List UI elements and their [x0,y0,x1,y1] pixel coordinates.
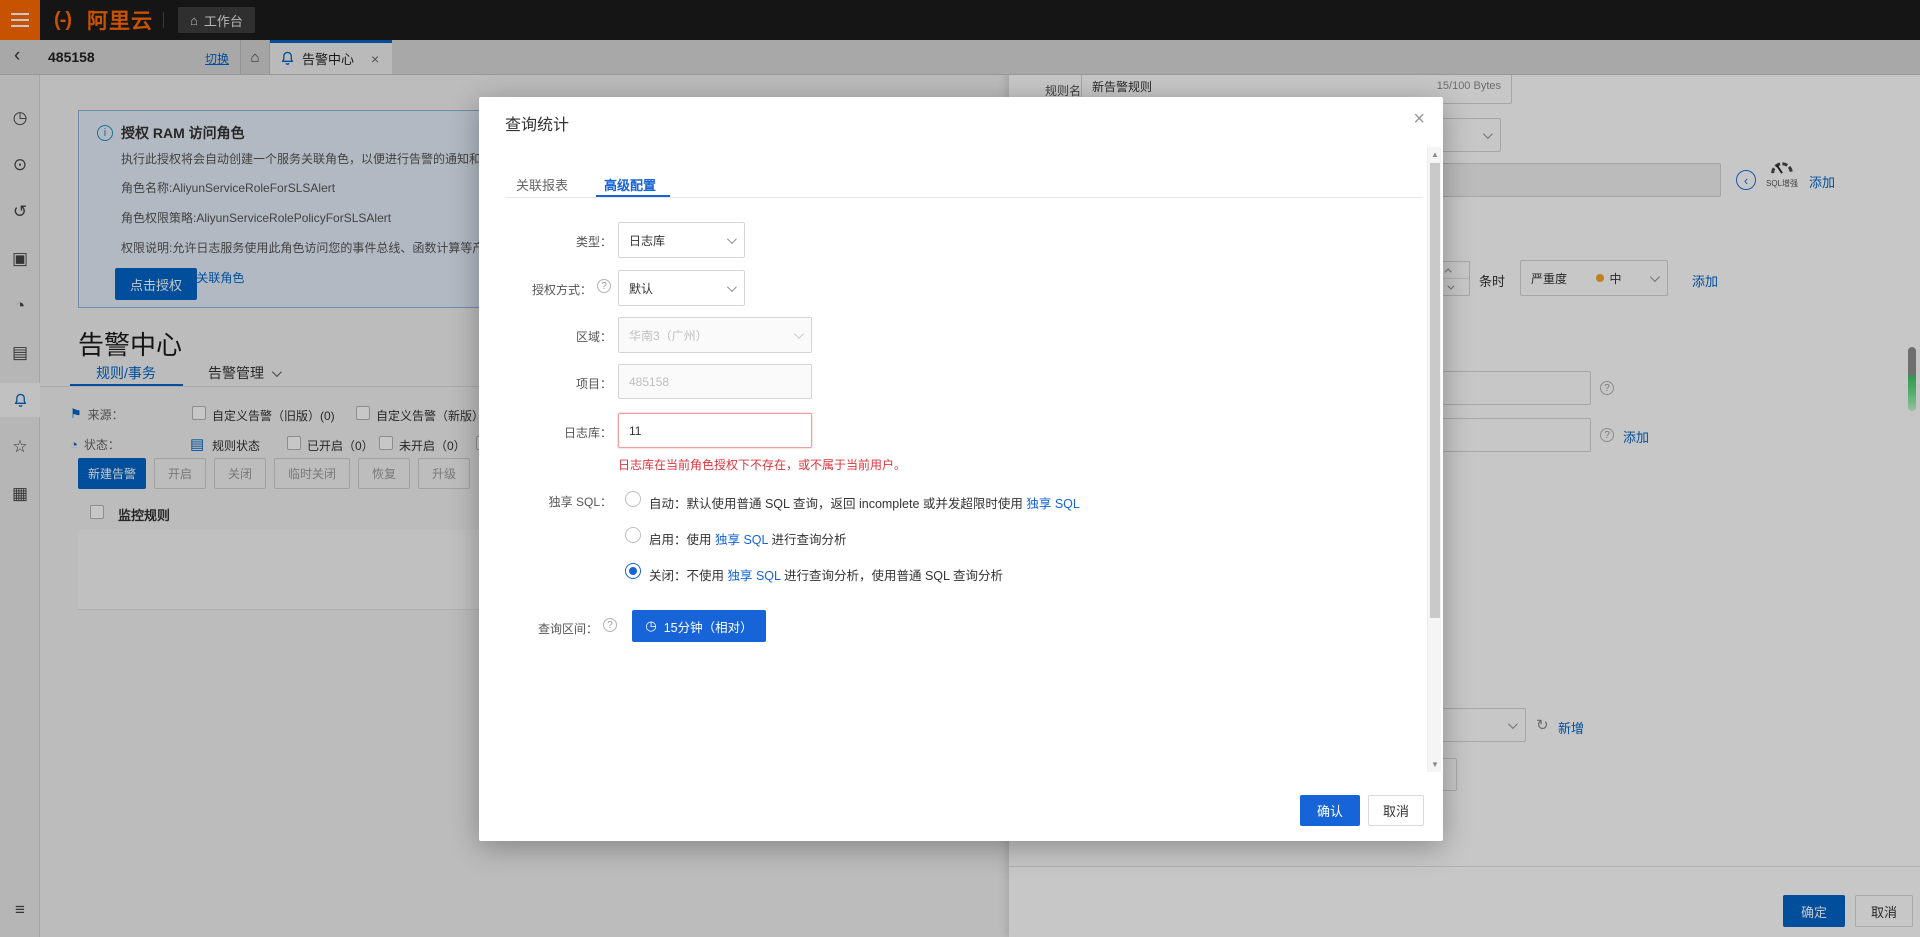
modal-cancel-button[interactable]: 取消 [1368,795,1424,826]
modal-confirm-button[interactable]: 确认 [1300,795,1360,826]
auth-mode-select[interactable]: 默认 [618,270,745,306]
query-statistics-modal: 查询统计 × 关联报表 高级配置 类型： 日志库 授权方式： ? 默认 区域： … [479,97,1443,841]
region-select[interactable]: 华南3（广州） [618,317,812,353]
sql-auto-label: 自动：默认使用普通 SQL 查询，返回 incomplete 或并发超限时使用 … [649,493,1080,512]
scroll-up-icon[interactable]: ▲ [1428,147,1442,162]
query-range-label: 查询区间： [479,620,598,637]
help-icon[interactable]: ? [603,618,617,632]
help-icon[interactable]: ? [597,279,611,293]
logstore-label: 日志库： [479,424,612,441]
type-select[interactable]: 日志库 [618,222,745,258]
dedicated-sql-link[interactable]: 独享 SQL [1026,497,1080,511]
clock-icon: ◷ [645,618,656,634]
project-label: 项目： [479,375,612,392]
sql-disable-radio[interactable] [625,563,641,579]
scrollbar-thumb[interactable] [1430,163,1440,618]
sql-enable-label: 启用：使用 独享 SQL 进行查询分析 [649,529,847,548]
tab-advanced-config[interactable]: 高级配置 [604,175,656,194]
type-value: 日志库 [629,232,665,249]
sql-disable-label: 关闭：不使用 独享 SQL 进行查询分析，使用普通 SQL 查询分析 [649,565,1003,584]
scroll-down-icon[interactable]: ▼ [1428,757,1442,772]
query-range-button[interactable]: ◷ 15分钟（相对） [632,610,766,642]
sql-enable-radio[interactable] [625,527,641,543]
query-range-value: 15分钟（相对） [664,617,753,636]
app-window: (-) 阿里云 ⌂ 工作台 ‹ 485158 切换 ⌂ 告警中心 × ◷ ⊙ ↺… [0,0,1920,937]
type-label: 类型： [479,233,612,250]
auth-mode-value: 默认 [629,280,653,297]
modal-tabs-separator [505,197,1423,198]
chevron-down-icon [794,329,804,339]
project-field[interactable] [618,364,812,399]
chevron-down-icon [727,234,737,244]
tab-linked-reports[interactable]: 关联报表 [516,175,568,194]
region-label: 区域： [479,328,612,345]
region-value: 华南3（广州） [629,327,708,344]
modal-close-icon[interactable]: × [1413,109,1425,129]
logstore-field[interactable] [618,413,812,448]
auth-mode-label: 授权方式： [479,281,592,298]
dedicated-sql-link[interactable]: 独享 SQL [727,569,780,583]
logstore-error-text: 日志库在当前角色授权下不存在，或不属于当前用户。 [618,456,906,473]
dedicated-sql-label: 独享 SQL： [479,493,612,510]
modal-title: 查询统计 [505,111,569,135]
dedicated-sql-link[interactable]: 独享 SQL [715,533,768,547]
sql-auto-radio[interactable] [625,491,641,507]
modal-scrollbar[interactable]: ▲ ▼ [1427,147,1441,772]
chevron-down-icon [727,282,737,292]
